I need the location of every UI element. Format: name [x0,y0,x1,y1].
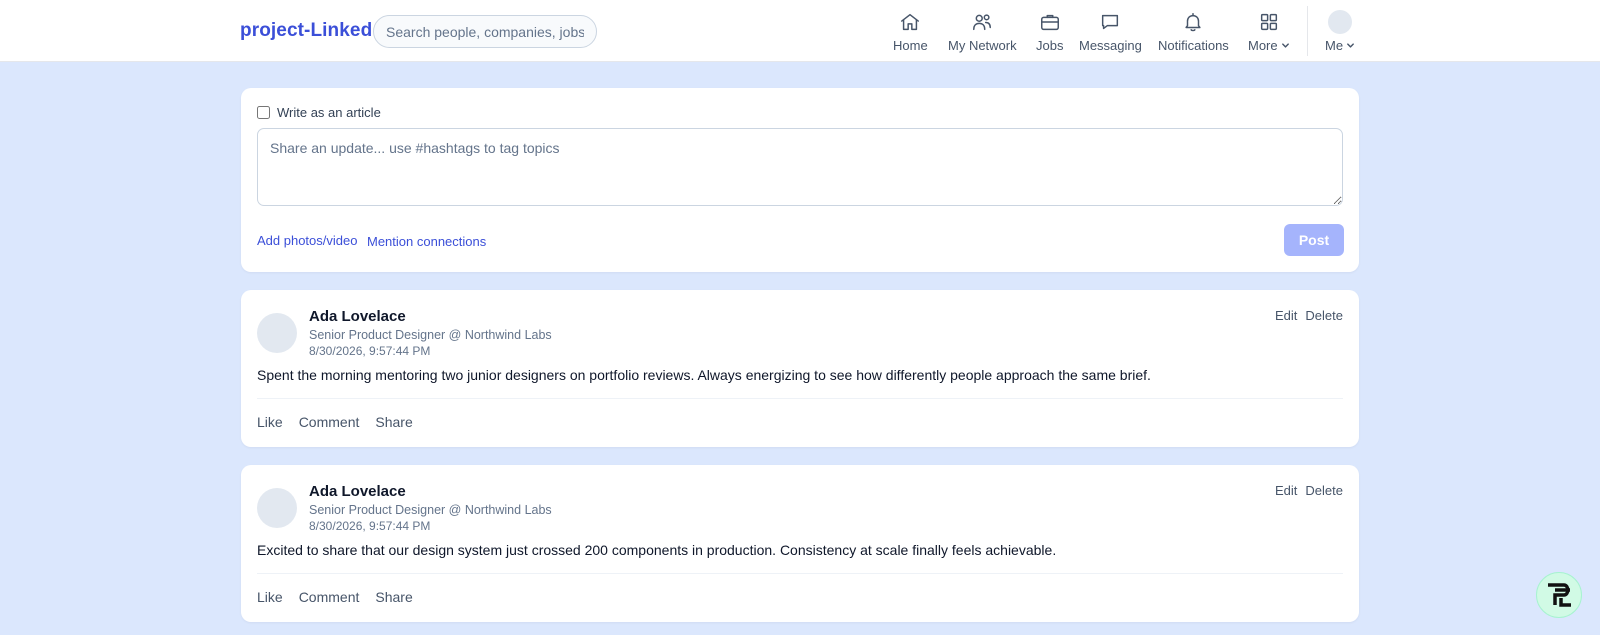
post-author-headline: Senior Product Designer @ Northwind Labs [309,328,552,342]
share-button[interactable]: Share [375,414,412,430]
nav-my-network-label: My Network [948,38,1017,53]
chevron-down-icon [1281,43,1289,48]
post-author[interactable]: Ada Lovelace [309,308,406,325]
nav-more-label: More [1248,38,1278,53]
post-button[interactable]: Post [1284,224,1344,256]
nav-divider [1307,6,1308,56]
grid-icon [1257,10,1281,34]
delete-button[interactable]: Delete [1305,308,1343,323]
nav-notifications-label: Notifications [1158,38,1229,53]
post-card: Ada Lovelace Senior Product Designer @ N… [241,290,1359,447]
edit-button[interactable]: Edit [1275,308,1297,323]
post-owner-actions: Edit Delete [1275,308,1343,323]
like-button[interactable]: Like [257,414,283,430]
nav-me-label: Me [1325,38,1344,53]
nav-jobs-label: Jobs [1036,38,1064,53]
nav-messaging[interactable]: Messaging [1079,0,1142,62]
nav-jobs[interactable]: Jobs [1036,0,1063,62]
briefcase-icon [1038,10,1062,34]
post-reactions: Like Comment Share [257,589,413,605]
nav-home[interactable]: Home [893,0,928,62]
post-author[interactable]: Ada Lovelace [309,483,406,500]
message-icon [1098,10,1122,34]
bell-icon [1181,10,1205,34]
app-logo[interactable]: project-Linked [240,20,372,42]
floating-logo[interactable] [1536,572,1582,618]
post-divider [257,398,1343,399]
post-composer: Write as an article Add photos/video Men… [241,88,1359,272]
write-article-label: Write as an article [277,105,381,120]
top-navbar: project-Linked Home My Network Jobs Mess… [0,0,1600,62]
avatar [1328,10,1353,34]
post-timestamp: 8/30/2026, 9:57:44 PM [309,519,431,533]
post-textarea[interactable] [257,128,1343,206]
delete-button[interactable]: Delete [1305,483,1343,498]
avatar[interactable] [257,313,297,353]
comment-button[interactable]: Comment [299,589,360,605]
like-button[interactable]: Like [257,589,283,605]
post-reactions: Like Comment Share [257,414,413,430]
brand-mark-icon [1548,583,1571,607]
chevron-down-icon [1347,43,1354,48]
post-author-headline: Senior Product Designer @ Northwind Labs [309,503,552,517]
avatar[interactable] [257,488,297,528]
add-photos-video-link[interactable]: Add photos/video [257,233,357,248]
share-button[interactable]: Share [375,589,412,605]
network-icon [970,10,994,34]
edit-button[interactable]: Edit [1275,483,1297,498]
post-text: Spent the morning mentoring two junior d… [257,367,1151,383]
post-text: Excited to share that our design system … [257,542,1057,558]
write-article-toggle[interactable]: Write as an article [257,105,381,120]
search-input[interactable] [373,15,597,48]
post-owner-actions: Edit Delete [1275,483,1343,498]
post-timestamp: 8/30/2026, 9:57:44 PM [309,344,431,358]
nav-me[interactable]: Me [1325,0,1355,62]
write-article-checkbox[interactable] [257,106,270,119]
post-divider [257,573,1343,574]
nav-messaging-label: Messaging [1079,38,1142,53]
nav-more[interactable]: More [1248,0,1290,62]
nav-notifications[interactable]: Notifications [1158,0,1229,62]
comment-button[interactable]: Comment [299,414,360,430]
post-card: Ada Lovelace Senior Product Designer @ N… [241,465,1359,622]
nav-my-network[interactable]: My Network [948,0,1017,62]
home-icon [898,10,922,34]
mention-connections-link[interactable]: Mention connections [367,234,486,249]
nav-home-label: Home [893,38,928,53]
